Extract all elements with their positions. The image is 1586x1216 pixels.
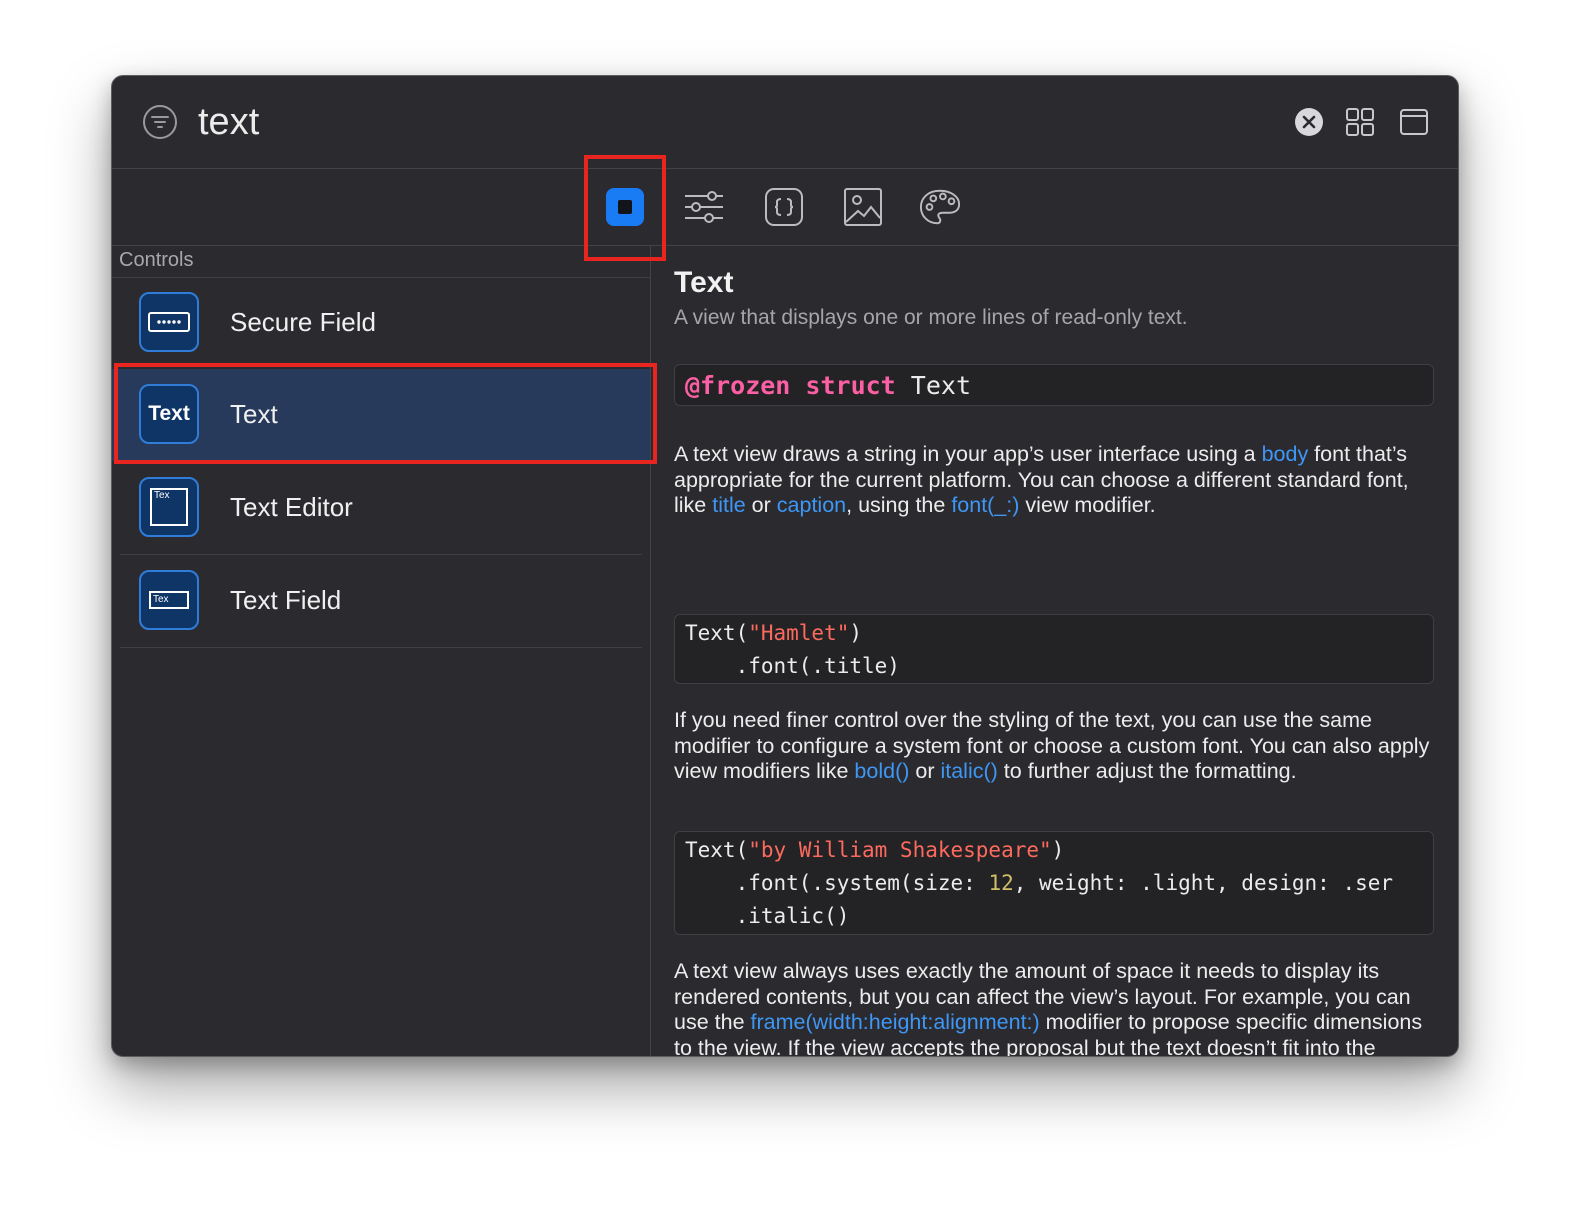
code-string: "by William Shakespeare" <box>748 838 1052 862</box>
library-tab-bar <box>112 169 1458 246</box>
highlight-box-tab <box>584 155 666 261</box>
tab-snippets[interactable] <box>762 185 806 229</box>
text-run: view modifier. <box>1019 493 1156 517</box>
filter-icon[interactable] <box>142 104 178 140</box>
code-keyword: struct <box>805 371 896 400</box>
clear-search-icon[interactable] <box>1294 107 1324 137</box>
detail-pane: Text A view that displays one or more li… <box>674 246 1438 1056</box>
palette-icon <box>919 189 961 225</box>
text-run: or <box>745 493 777 517</box>
description-paragraph: A text view draws a string in your app’s… <box>674 442 1434 519</box>
list-item-text-editor[interactable]: Tex Text Editor <box>112 462 650 554</box>
description-paragraph: If you need finer control over the styli… <box>674 708 1434 785</box>
declaration-block: @frozen struct Text <box>674 364 1434 406</box>
list-item-label: Text Editor <box>230 492 353 522</box>
library-window: Controls Secure Field Text Text <box>111 75 1459 1057</box>
description-paragraph: A text view always uses exactly the amou… <box>674 959 1434 1056</box>
highlight-box-selected-item <box>114 363 657 464</box>
tab-colors[interactable] <box>918 185 962 229</box>
list-item-label: Secure Field <box>230 307 376 337</box>
text-field-icon: Tex <box>139 570 199 630</box>
list-item-text-field[interactable]: Tex Text Field <box>112 555 650 647</box>
text-run: to further adjust the formatting. <box>997 759 1297 783</box>
code-line: Text("by William Shakespeare") <box>685 834 1423 867</box>
code-string: "Hamlet" <box>748 621 850 645</box>
code-sample-2: Text("by William Shakespeare") .font(.sy… <box>674 831 1434 935</box>
code-token: , weight: .light, design: .ser <box>1013 871 1394 895</box>
photo-icon <box>844 188 882 226</box>
code-line: .font(.title) <box>685 654 900 678</box>
tab-modifiers[interactable] <box>682 185 726 229</box>
text-run: or <box>909 759 941 783</box>
text-field-icon-glyph: Tex <box>153 594 169 605</box>
search-bar <box>112 76 1458 169</box>
code-token: Text( <box>685 838 749 862</box>
list-item-secure-field[interactable]: Secure Field <box>112 277 650 369</box>
code-number: 12 <box>988 871 1014 895</box>
tab-images[interactable] <box>841 185 885 229</box>
code-line: .italic() <box>685 904 850 928</box>
curly-braces-icon <box>765 188 803 226</box>
sliders-icon <box>685 191 723 223</box>
doc-link-frame[interactable]: frame(width:height:alignment:) <box>751 1010 1040 1034</box>
doc-link-italic[interactable]: italic() <box>940 759 997 783</box>
code-token: ) <box>1051 838 1065 862</box>
secure-field-icon <box>139 292 199 352</box>
text-run: A text view draws a string in your app’s… <box>674 442 1262 466</box>
grid-view-icon[interactable] <box>1345 107 1375 137</box>
code-token: ) <box>849 621 863 645</box>
divider <box>120 647 642 648</box>
doc-link-title[interactable]: title <box>712 493 745 517</box>
page-title: Text <box>674 266 734 299</box>
code-line: .font(.system(size: 12, weight: .light, … <box>685 867 1423 900</box>
text-editor-icon: Tex <box>139 477 199 537</box>
search-input[interactable] <box>198 96 1098 148</box>
doc-link-font[interactable]: font(_:) <box>951 493 1019 517</box>
section-header: Controls <box>119 249 194 271</box>
doc-link-body[interactable]: body <box>1262 442 1309 466</box>
code-token: Text( <box>685 621 749 645</box>
detail-pane-icon[interactable] <box>1399 107 1429 137</box>
doc-link-bold[interactable]: bold() <box>854 759 909 783</box>
code-line: Text("Hamlet") <box>685 617 1423 650</box>
text-editor-icon-glyph: Tex <box>154 490 170 501</box>
code-token: .font(.system(size: <box>685 871 989 895</box>
doc-link-caption[interactable]: caption <box>777 493 846 517</box>
list-item-label: Text Field <box>230 585 342 615</box>
code-sample-1: Text("Hamlet") .font(.title) <box>674 614 1434 684</box>
code-keyword: @frozen <box>685 371 791 400</box>
code-type-name: Text <box>910 371 972 400</box>
text-run: , using the <box>846 493 952 517</box>
page-subtitle: A view that displays one or more lines o… <box>674 306 1188 329</box>
